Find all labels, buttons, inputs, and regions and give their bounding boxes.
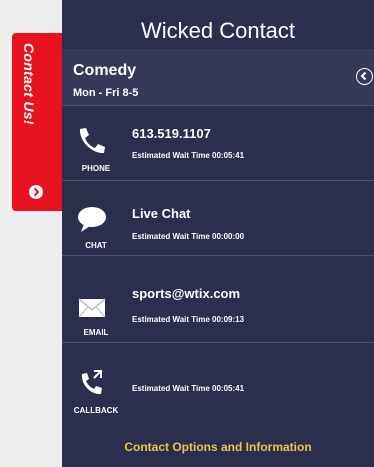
chevron-left-icon[interactable] [356, 68, 373, 85]
email-address[interactable]: sports@wtix.com [132, 286, 240, 301]
email-wait-time: Estimated Wait Time 00:09:13 [132, 315, 245, 324]
contact-row-chat[interactable]: CHAT Live Chat Estimated Wait Time 00:00… [62, 181, 374, 256]
department-title: Comedy [73, 62, 137, 79]
phone-label: PHONE [81, 164, 111, 173]
envelope-icon [76, 294, 108, 324]
callback-label: CALLBACK [73, 406, 119, 415]
chevron-right-icon [29, 185, 43, 199]
department-header: Comedy Mon - Fri 8-5 [62, 49, 374, 106]
email-label: EMAIL [83, 328, 109, 337]
phone-icon [76, 126, 108, 156]
contact-panel: Wicked Contact Comedy Mon - Fri 8-5 PHON… [62, 0, 374, 467]
panel-title: Wicked Contact [140, 18, 296, 43]
callback-wait-time: Estimated Wait Time 00:05:41 [132, 384, 245, 393]
chat-bubble-icon [76, 205, 108, 235]
contact-row-phone[interactable]: PHONE 613.519.1107 Estimated Wait Time 0… [62, 106, 374, 181]
callback-phone-icon [76, 368, 108, 398]
chat-label: CHAT [85, 241, 107, 250]
contact-row-callback[interactable]: CALLBACK Estimated Wait Time 00:05:41 [62, 346, 374, 420]
chat-wait-time: Estimated Wait Time 00:00:00 [132, 232, 245, 241]
contact-us-label: Contact Us! [21, 43, 37, 125]
phone-number[interactable]: 613.519.1107 [132, 126, 211, 141]
contact-us-tab[interactable]: Contact Us! [12, 33, 62, 211]
phone-wait-time: Estimated Wait Time 00:05:41 [132, 151, 245, 160]
live-chat-link[interactable]: Live Chat [132, 206, 191, 221]
contact-options-footer[interactable]: Contact Options and Information [62, 440, 374, 454]
contact-row-email[interactable]: EMAIL sports@wtix.com Estimated Wait Tim… [62, 268, 374, 343]
department-hours: Mon - Fri 8-5 [73, 87, 139, 99]
